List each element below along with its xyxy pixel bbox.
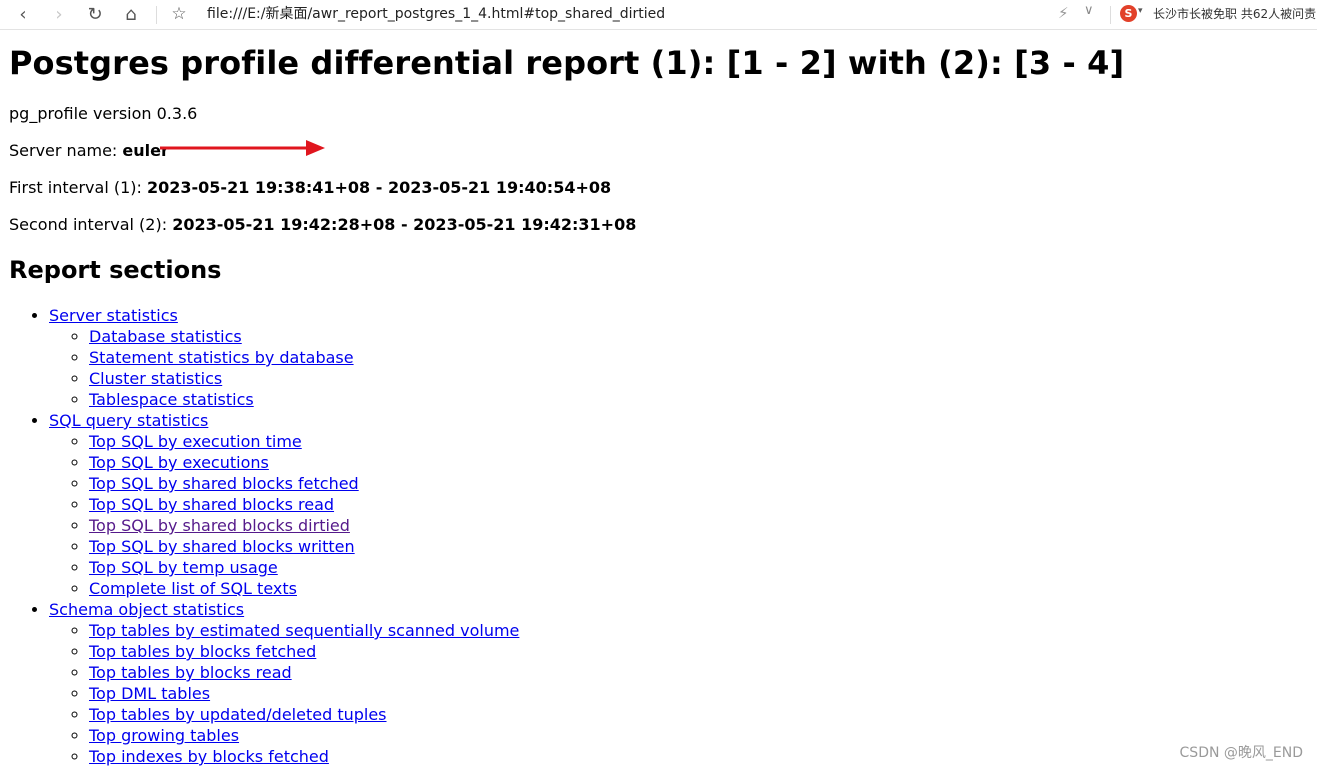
news-ticker[interactable]: 长沙市长被免职 共62人被问责 [1153,5,1317,22]
first-interval-value: 2023-05-21 19:38:41+08 - 2023-05-21 19:4… [146,178,612,197]
first-interval-label: First interval (1): [9,178,147,197]
list-item: Server statistics Database statistics St… [49,305,519,410]
link-top-sql-shared-blocks-written[interactable]: Top SQL by shared blocks written [89,537,355,556]
list-item: Top tables by blocks fetched [89,641,519,662]
list-item: Schema object statistics Top tables by e… [49,599,519,767]
link-statement-statistics-by-database[interactable]: Statement statistics by database [89,348,354,367]
browser-toolbar: ‹ › ↻ ⌂ ☆ file:///E:/新桌面/awr_report_post… [0,0,1317,30]
report-sections-list: Server statistics Database statistics St… [9,305,519,767]
sub-list: Top SQL by execution time Top SQL by exe… [49,431,519,599]
list-item: Top tables by updated/deleted tuples [89,704,519,725]
link-top-tables-blocks-read[interactable]: Top tables by blocks read [89,663,292,682]
arrow-head [306,140,325,156]
toolbar-divider [1110,6,1111,24]
link-top-indexes-blocks-fetched[interactable]: Top indexes by blocks fetched [89,747,329,766]
second-interval-value: 2023-05-21 19:42:28+08 - 2023-05-21 19:4… [172,215,637,234]
link-database-statistics[interactable]: Database statistics [89,327,242,346]
link-top-sql-executions[interactable]: Top SQL by executions [89,453,269,472]
list-item: Statement statistics by database [89,347,519,368]
list-item: Tablespace statistics [89,389,519,410]
link-complete-list-sql-texts[interactable]: Complete list of SQL texts [89,579,297,598]
link-top-sql-shared-blocks-dirtied[interactable]: Top SQL by shared blocks dirtied [89,516,350,535]
sub-list: Database statistics Statement statistics… [49,326,519,410]
sub-list: Top tables by estimated sequentially sca… [49,620,519,767]
list-item: Top growing tables [89,725,519,746]
link-top-tables-seq-scanned-volume[interactable]: Top tables by estimated sequentially sca… [89,621,519,640]
section-link-server-statistics[interactable]: Server statistics [49,306,178,325]
caret-down-icon[interactable]: ▾ [1138,6,1143,16]
section-link-sql-query-statistics[interactable]: SQL query statistics [49,411,208,430]
forward-icon[interactable]: › [46,2,72,26]
link-cluster-statistics[interactable]: Cluster statistics [89,369,222,388]
list-item: Top SQL by shared blocks written [89,536,519,557]
bookmark-star-icon[interactable]: ☆ [166,2,192,26]
second-interval-label: Second interval (2): [9,215,173,234]
version-text: pg_profile version 0.3.6 [9,104,198,123]
bolt-icon[interactable]: ⚡ [1058,4,1069,22]
list-item: Top SQL by execution time [89,431,519,452]
sections-heading: Report sections [9,256,222,284]
csdn-watermark: CSDN @晚风_END [1179,745,1303,761]
reload-icon[interactable]: ↻ [82,2,108,26]
link-top-tables-updated-deleted[interactable]: Top tables by updated/deleted tuples [89,705,387,724]
list-item: Top tables by blocks read [89,662,519,683]
version-line: pg_profile version 0.3.6 [9,104,197,123]
server-name-line: Server name: euler [9,141,169,160]
link-top-dml-tables[interactable]: Top DML tables [89,684,210,703]
link-top-sql-shared-blocks-fetched[interactable]: Top SQL by shared blocks fetched [89,474,359,493]
list-item: Top DML tables [89,683,519,704]
address-bar[interactable]: file:///E:/新桌面/awr_report_postgres_1_4.h… [207,4,665,24]
server-label: Server name: [9,141,123,160]
list-item: Top indexes by blocks fetched [89,746,519,767]
link-tablespace-statistics[interactable]: Tablespace statistics [89,390,254,409]
link-top-tables-blocks-fetched[interactable]: Top tables by blocks fetched [89,642,316,661]
list-item: Database statistics [89,326,519,347]
section-link-schema-object-statistics[interactable]: Schema object statistics [49,600,244,619]
back-icon[interactable]: ‹ [10,2,36,26]
chevron-down-icon[interactable]: ∨ [1084,3,1094,18]
toolbar-divider [156,6,157,24]
list-item: Complete list of SQL texts [89,578,519,599]
home-icon[interactable]: ⌂ [118,2,144,26]
link-top-sql-execution-time[interactable]: Top SQL by execution time [89,432,302,451]
list-item: Top SQL by shared blocks dirtied [89,515,519,536]
first-interval-line: First interval (1): 2023-05-21 19:38:41+… [9,178,611,197]
sogou-logo-icon[interactable]: S [1120,5,1137,22]
list-item: Top SQL by temp usage [89,557,519,578]
link-top-sql-temp-usage[interactable]: Top SQL by temp usage [89,558,278,577]
list-item: Top tables by estimated sequentially sca… [89,620,519,641]
page-title: Postgres profile differential report (1)… [9,44,1125,82]
list-item: Top SQL by shared blocks fetched [89,473,519,494]
link-top-sql-shared-blocks-read[interactable]: Top SQL by shared blocks read [89,495,334,514]
list-item: Cluster statistics [89,368,519,389]
second-interval-line: Second interval (2): 2023-05-21 19:42:28… [9,215,636,234]
list-item: Top SQL by shared blocks read [89,494,519,515]
red-arrow-annotation [160,140,325,156]
list-item: SQL query statistics Top SQL by executio… [49,410,519,599]
link-top-growing-tables[interactable]: Top growing tables [89,726,239,745]
list-item: Top SQL by executions [89,452,519,473]
